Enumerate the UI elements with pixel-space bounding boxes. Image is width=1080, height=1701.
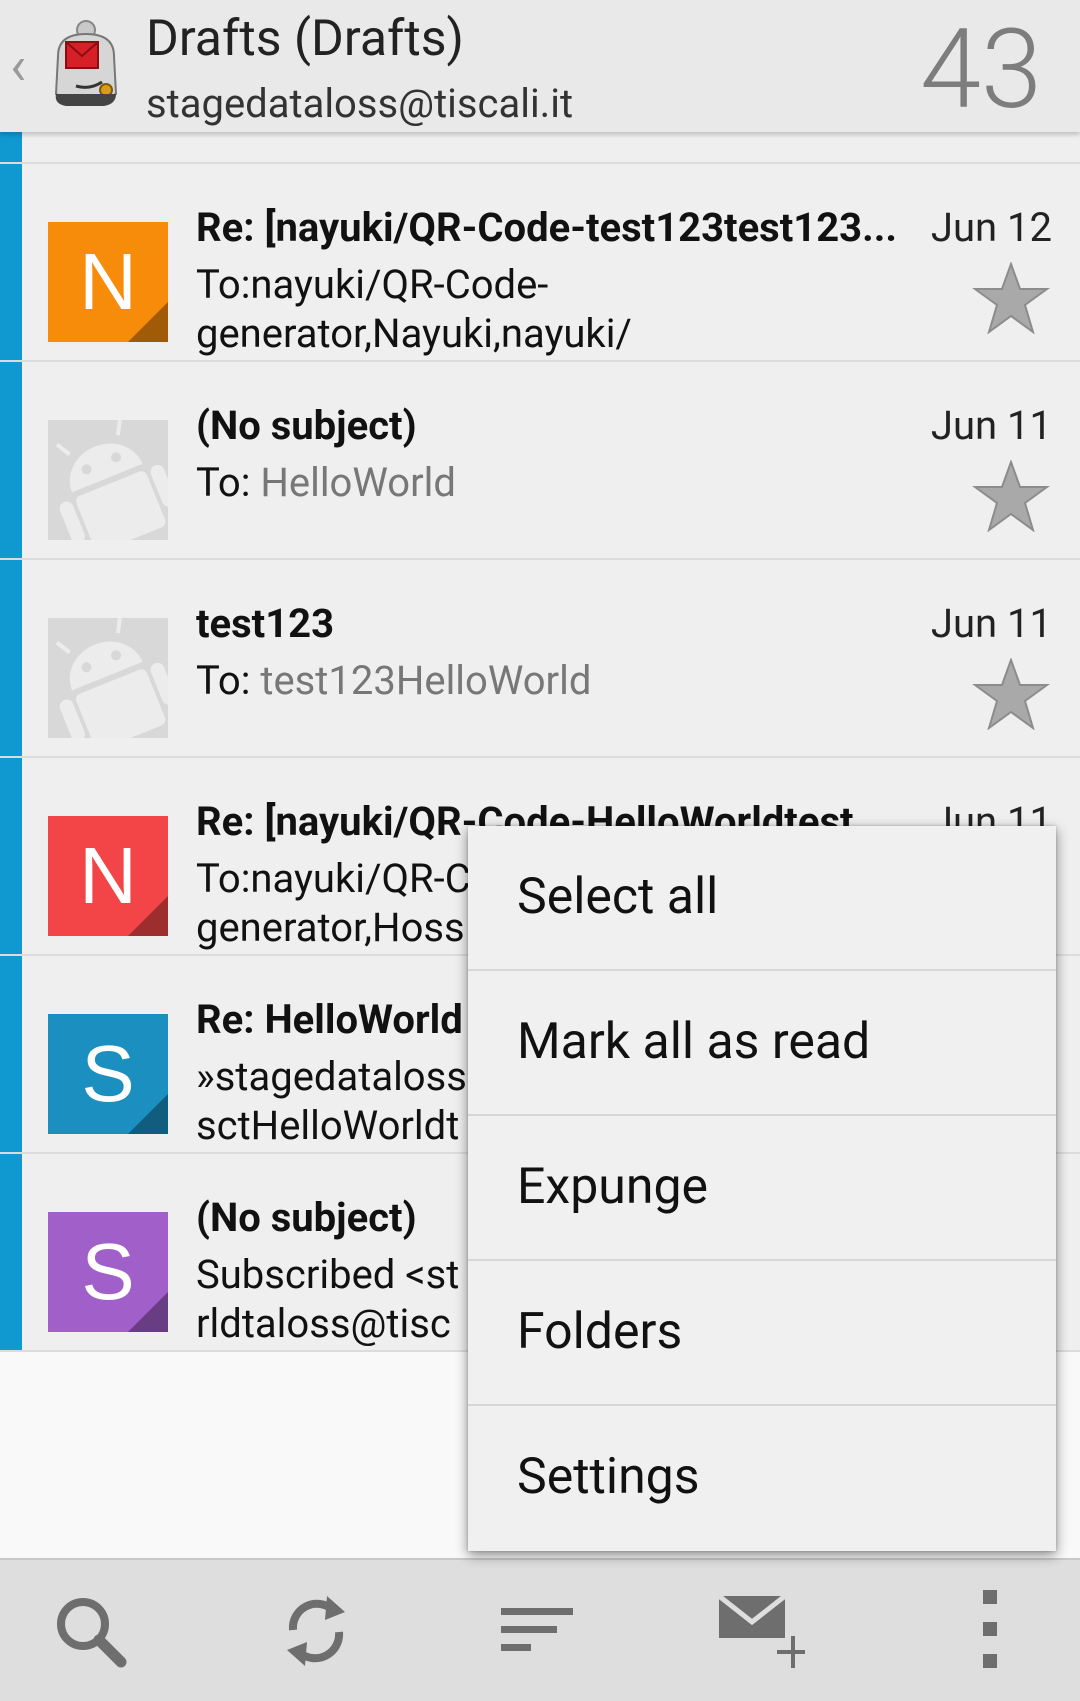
avatar[interactable]: S (48, 1014, 168, 1134)
sort-icon[interactable] (493, 1586, 583, 1676)
selection-bar (0, 1154, 22, 1350)
star-icon[interactable] (972, 262, 1050, 334)
preview-prefix: To:nayuki/QR-C generator,Hoss (196, 855, 471, 951)
search-icon[interactable] (45, 1586, 135, 1676)
list-item[interactable]: test123 Jun 11 To: test123HelloWorld (0, 560, 1080, 758)
android-avatar-icon (48, 618, 168, 738)
selection-bar (0, 132, 22, 162)
avatar[interactable]: S (48, 1212, 168, 1332)
bottom-action-bar (0, 1558, 1080, 1701)
message-date: Jun 11 (930, 402, 1052, 449)
list-item-partial[interactable] (0, 132, 1080, 164)
preview-value: HelloWorld (260, 459, 456, 506)
list-item[interactable]: (No subject) Jun 11 To: HelloWorld (0, 362, 1080, 560)
message-subject: test123 (196, 600, 335, 647)
selection-bar (0, 956, 22, 1152)
star-icon[interactable] (972, 460, 1050, 532)
avatar[interactable] (48, 618, 168, 738)
overflow-menu: Select all Mark all as read Expunge Fold… (468, 826, 1056, 1551)
menu-item-mark-all-read[interactable]: Mark all as read (468, 971, 1056, 1116)
preview-prefix: »stagedataloss sctHelloWorldt (196, 1053, 467, 1149)
message-subject: Re: [nayuki/QR-Code-test123test123... (196, 204, 897, 251)
menu-item-select-all[interactable]: Select all (468, 826, 1056, 971)
avatar[interactable]: N (48, 816, 168, 936)
avatar[interactable]: N (48, 222, 168, 342)
selection-bar (0, 362, 22, 558)
compose-icon[interactable] (715, 1586, 805, 1676)
account-email: stagedataloss@tiscali.it (146, 80, 574, 127)
message-preview: To: HelloWorld (196, 458, 936, 507)
preview-prefix: Subscribed <st rldtaloss@tisc (196, 1251, 460, 1347)
list-item[interactable]: N Re: [nayuki/QR-Code-test123test123... … (0, 164, 1080, 362)
preview-value: test123HelloWorld (260, 657, 592, 704)
chevron-left-icon[interactable]: ‹ (10, 40, 26, 94)
message-date: Jun 11 (930, 600, 1052, 647)
preview-prefix: To:nayuki/QR-Code- generator,Nayuki,nayu… (196, 261, 632, 357)
menu-item-settings[interactable]: Settings (468, 1406, 1056, 1551)
k9-mail-logo-icon[interactable] (46, 16, 124, 112)
folder-title: Drafts (Drafts) (146, 10, 464, 68)
message-subject: (No subject) (196, 402, 417, 449)
android-avatar-icon (48, 420, 168, 540)
avatar-letter: S (81, 1029, 135, 1118)
message-preview: To: test123HelloWorld (196, 656, 936, 705)
message-preview: To:nayuki/QR-Code- generator,Nayuki,nayu… (196, 260, 936, 358)
avatar-letter: S (81, 1227, 135, 1316)
unread-count: 43 (919, 5, 1042, 134)
preview-prefix: To: (196, 657, 261, 704)
star-icon[interactable] (972, 658, 1050, 730)
selection-bar (0, 164, 22, 360)
menu-item-expunge[interactable]: Expunge (468, 1116, 1056, 1261)
action-bar: ‹ Drafts (Drafts) stagedataloss@tiscali.… (0, 0, 1080, 132)
message-date: Jun 12 (930, 204, 1052, 251)
overflow-menu-icon[interactable] (945, 1586, 1035, 1676)
avatar[interactable] (48, 420, 168, 540)
menu-item-folders[interactable]: Folders (468, 1261, 1056, 1406)
preview-prefix: To: (196, 459, 261, 506)
selection-bar (0, 560, 22, 756)
selection-bar (0, 758, 22, 954)
refresh-icon[interactable] (271, 1586, 361, 1676)
